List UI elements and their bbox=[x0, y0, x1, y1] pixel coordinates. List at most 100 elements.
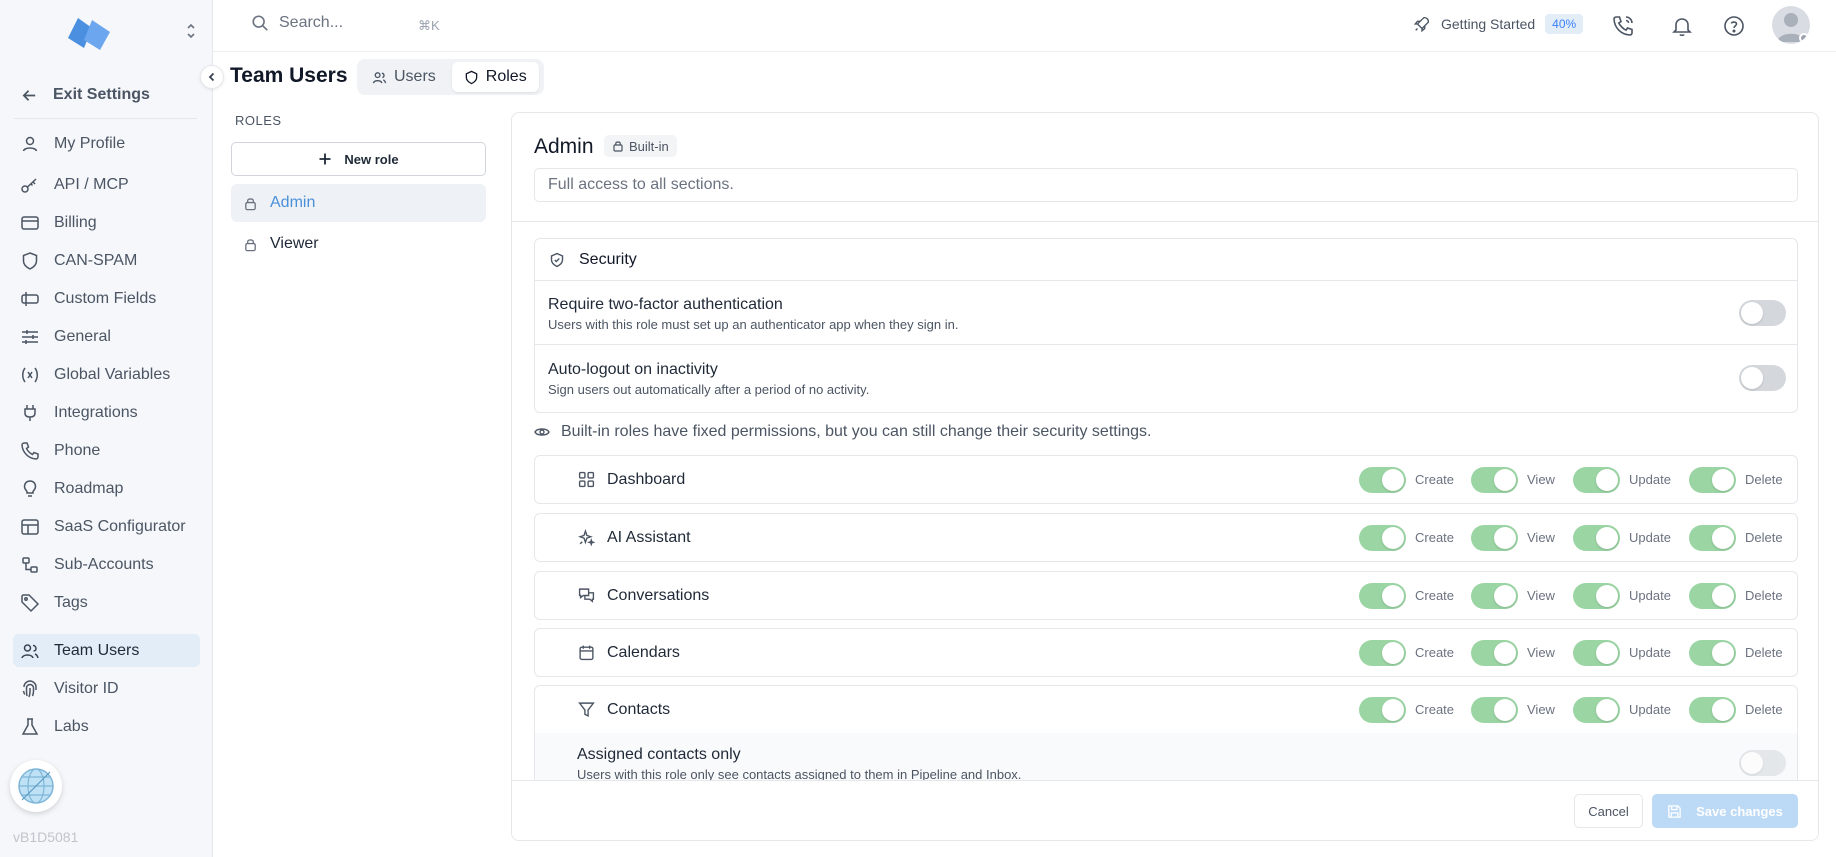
page-title: Team Users bbox=[230, 64, 348, 87]
sidebar-item-label: Sub-Accounts bbox=[54, 555, 154, 573]
update-label: Update bbox=[1629, 530, 1671, 545]
plug-icon bbox=[24, 404, 36, 421]
tab-roles[interactable]: Roles bbox=[451, 62, 539, 92]
sidebar-item-team-users[interactable]: Team Users bbox=[13, 634, 200, 667]
delete-toggle[interactable] bbox=[1689, 467, 1736, 493]
delete-toggle[interactable] bbox=[1689, 583, 1736, 609]
create-toggle[interactable] bbox=[1359, 640, 1406, 666]
role-item-admin[interactable]: Admin bbox=[231, 184, 486, 222]
delete-toggle[interactable] bbox=[1689, 525, 1736, 551]
collapse-sidebar-button[interactable] bbox=[200, 65, 224, 89]
permission-section-name: Conversations bbox=[607, 587, 710, 604]
assistant-globe-button[interactable] bbox=[10, 760, 62, 812]
sidebar-item-custom-fields[interactable]: Custom Fields bbox=[13, 282, 200, 315]
view-toggle[interactable] bbox=[1471, 697, 1518, 723]
sidebar-item-label: API / MCP bbox=[54, 175, 129, 193]
sidebar-item-label: Tags bbox=[54, 593, 88, 611]
sidebar-item-tags[interactable]: Tags bbox=[13, 586, 200, 619]
permission-row-conversations: Conversations Create View Update Delete bbox=[534, 571, 1798, 620]
create-toggle[interactable] bbox=[1359, 697, 1406, 723]
sidebar-item-phone[interactable]: Phone bbox=[13, 434, 200, 467]
view-label: View bbox=[1527, 472, 1555, 487]
sidebar-item-roadmap[interactable]: Roadmap bbox=[13, 472, 200, 505]
delete-label: Delete bbox=[1745, 702, 1783, 717]
getting-started-label: Getting Started bbox=[1441, 16, 1536, 32]
flask-icon bbox=[21, 717, 39, 735]
view-toggle[interactable] bbox=[1471, 467, 1518, 493]
delete-toggle[interactable] bbox=[1689, 640, 1736, 666]
sidebar-item-sub-accounts[interactable]: Sub-Accounts bbox=[13, 548, 200, 581]
sidebar-item-billing[interactable]: Billing bbox=[13, 206, 200, 239]
sidebar-item-general[interactable]: General bbox=[13, 320, 200, 353]
getting-started-progress-badge: 40% bbox=[1545, 14, 1584, 34]
search-icon bbox=[252, 15, 268, 31]
sidebar-item-visitor-id[interactable]: Visitor ID bbox=[13, 672, 200, 705]
create-toggle[interactable] bbox=[1359, 583, 1406, 609]
sidebar-item-label: My Profile bbox=[54, 134, 126, 152]
search-placeholder: Search... bbox=[279, 14, 344, 31]
update-toggle[interactable] bbox=[1573, 525, 1620, 551]
delete-toggle[interactable] bbox=[1689, 697, 1736, 723]
view-toggle[interactable] bbox=[1471, 525, 1518, 551]
role-item-label: Admin bbox=[270, 194, 316, 211]
app-version: vB1D5081 bbox=[13, 829, 79, 845]
eye-icon bbox=[534, 428, 550, 436]
new-role-button[interactable]: New role bbox=[231, 142, 486, 176]
editor-footer: Cancel Save changes bbox=[512, 780, 1818, 840]
user-avatar[interactable] bbox=[1772, 6, 1810, 44]
sidebar-item-labs[interactable]: Labs bbox=[13, 710, 200, 743]
sidebar-item-global-variables[interactable]: Global Variables bbox=[13, 358, 200, 391]
view-label: View bbox=[1527, 702, 1555, 717]
getting-started-button[interactable]: Getting Started 40% bbox=[1413, 14, 1584, 34]
view-toggle[interactable] bbox=[1471, 640, 1518, 666]
credit-card-icon bbox=[21, 215, 39, 230]
exit-settings-link[interactable]: Exit Settings bbox=[20, 82, 150, 108]
sidebar-item-api-mcp[interactable]: API / MCP bbox=[13, 168, 200, 201]
create-toggle[interactable] bbox=[1359, 467, 1406, 493]
delete-label: Delete bbox=[1745, 588, 1783, 603]
logo-row bbox=[0, 0, 213, 66]
create-label: Create bbox=[1415, 645, 1455, 660]
role-item-viewer[interactable]: Viewer bbox=[231, 225, 486, 263]
shield-check-icon bbox=[550, 252, 564, 267]
global-search[interactable]: Search... bbox=[251, 14, 343, 32]
tab-users[interactable]: Users bbox=[360, 62, 448, 92]
rocket-icon bbox=[1413, 16, 1430, 33]
auto-logout-toggle[interactable] bbox=[1739, 365, 1786, 391]
update-toggle[interactable] bbox=[1573, 583, 1620, 609]
assigned-contacts-only-toggle[interactable] bbox=[1739, 750, 1786, 776]
calendar-icon bbox=[579, 645, 594, 661]
sidebar-item-label: Integrations bbox=[54, 403, 138, 421]
app-logo[interactable] bbox=[64, 14, 114, 54]
phone-call-icon[interactable] bbox=[1611, 14, 1635, 38]
create-label: Create bbox=[1415, 588, 1455, 603]
save-changes-button[interactable]: Save changes bbox=[1652, 794, 1798, 828]
sidebar-item-can-spam[interactable]: CAN-SPAM bbox=[13, 244, 200, 277]
sliders-icon bbox=[22, 329, 38, 344]
help-icon[interactable] bbox=[1722, 14, 1746, 38]
update-toggle[interactable] bbox=[1573, 467, 1620, 493]
panel-divider bbox=[512, 221, 1818, 222]
update-toggle[interactable] bbox=[1573, 640, 1620, 666]
workspace-switcher-chevrons-icon[interactable] bbox=[183, 22, 199, 42]
sidebar-item-integrations[interactable]: Integrations bbox=[13, 396, 200, 429]
shield-icon bbox=[465, 70, 478, 84]
create-toggle[interactable] bbox=[1359, 525, 1406, 551]
permission-row-calendars: Calendars Create View Update Delete bbox=[534, 628, 1798, 677]
lightbulb-icon bbox=[23, 479, 37, 497]
cancel-button[interactable]: Cancel bbox=[1574, 794, 1643, 828]
two-factor-toggle[interactable] bbox=[1739, 300, 1786, 326]
tab-label: Users bbox=[394, 68, 436, 85]
create-label: Create bbox=[1415, 530, 1455, 545]
setting-title: Auto-logout on inactivity bbox=[548, 361, 718, 378]
sidebar-item-saas-configurator[interactable]: SaaS Configurator bbox=[13, 510, 200, 543]
update-toggle[interactable] bbox=[1573, 697, 1620, 723]
bell-icon[interactable] bbox=[1670, 14, 1694, 38]
role-description-input[interactable] bbox=[534, 168, 1798, 202]
update-label: Update bbox=[1629, 472, 1671, 487]
create-label: Create bbox=[1415, 472, 1455, 487]
view-toggle[interactable] bbox=[1471, 583, 1518, 609]
sidebar-item-my-profile[interactable]: My Profile bbox=[13, 127, 200, 160]
settings-sidebar: Exit Settings My Profile API / MCP Billi… bbox=[0, 0, 213, 857]
globe-icon bbox=[18, 768, 54, 804]
